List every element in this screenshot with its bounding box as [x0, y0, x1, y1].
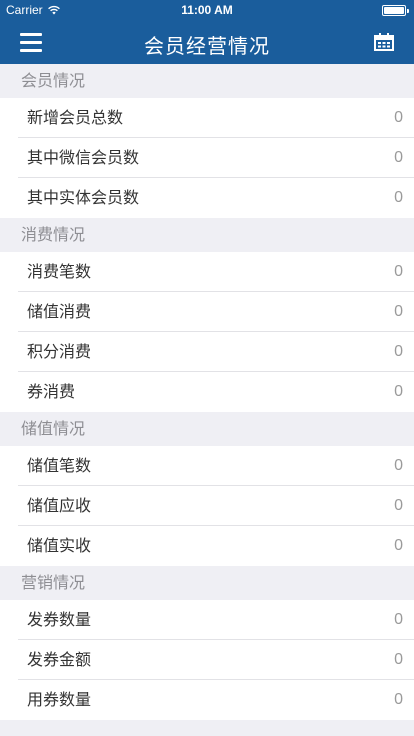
item-label: 储值应收 — [27, 496, 92, 515]
list-item[interactable]: 其中实体会员数 0 — [0, 178, 414, 218]
item-label: 用券数量 — [27, 690, 92, 709]
item-value: 0 — [394, 497, 403, 514]
item-label: 发券数量 — [27, 610, 92, 629]
item-label: 储值实收 — [27, 536, 92, 555]
item-value: 0 — [394, 149, 403, 166]
item-value: 0 — [394, 691, 403, 708]
status-bar: Carrier 11:00 AM — [0, 0, 414, 20]
hamburger-menu-icon — [20, 32, 42, 36]
item-value: 0 — [394, 343, 403, 360]
section-header: 会员情况 — [0, 64, 414, 98]
section-header: 营销情况 — [0, 566, 414, 600]
list-item[interactable]: 消费笔数 0 — [0, 252, 414, 292]
item-label: 消费笔数 — [27, 262, 92, 281]
item-value: 0 — [394, 457, 403, 474]
item-label: 券消费 — [27, 382, 76, 401]
list-item[interactable]: 其中微信会员数 0 — [0, 138, 414, 178]
item-value: 0 — [394, 109, 403, 126]
list-item[interactable]: 储值消费 0 — [0, 292, 414, 332]
list-item[interactable]: 储值实收 0 — [0, 526, 414, 566]
list-item[interactable]: 券消费 0 — [0, 372, 414, 412]
calendar-icon — [374, 33, 394, 51]
calendar-button[interactable] — [366, 28, 402, 56]
item-value: 0 — [394, 383, 403, 400]
list-item[interactable]: 储值应收 0 — [0, 486, 414, 526]
section-consumption: 消费情况 消费笔数 0 储值消费 0 积分消费 0 券消费 0 — [0, 218, 414, 412]
section-stored-value: 储值情况 储值笔数 0 储值应收 0 储值实收 0 — [0, 412, 414, 566]
item-label: 其中实体会员数 — [27, 188, 140, 207]
battery-icon — [382, 5, 409, 16]
section-members: 会员情况 新增会员总数 0 其中微信会员数 0 其中实体会员数 0 — [0, 64, 414, 218]
item-label: 新增会员总数 — [27, 108, 124, 127]
navigation-bar: 会员经营情况 — [0, 20, 414, 64]
status-time: 11:00 AM — [181, 3, 233, 17]
list-item[interactable]: 储值笔数 0 — [0, 446, 414, 486]
list-item[interactable]: 积分消费 0 — [0, 332, 414, 372]
item-value: 0 — [394, 263, 403, 280]
item-label: 积分消费 — [27, 342, 92, 361]
report-list[interactable]: 会员情况 新增会员总数 0 其中微信会员数 0 其中实体会员数 0 消费情况 消… — [0, 64, 414, 736]
item-value: 0 — [394, 537, 403, 554]
section-header: 储值情况 — [0, 412, 414, 446]
list-item[interactable]: 新增会员总数 0 — [0, 98, 414, 138]
item-label: 发券金额 — [27, 650, 92, 669]
item-label: 其中微信会员数 — [27, 148, 140, 167]
item-label: 储值消费 — [27, 302, 92, 321]
list-item[interactable]: 发券数量 0 — [0, 600, 414, 640]
item-label: 储值笔数 — [27, 456, 92, 475]
list-item[interactable]: 发券金额 0 — [0, 640, 414, 680]
section-header: 消费情况 — [0, 218, 414, 252]
menu-button[interactable] — [12, 28, 48, 56]
item-value: 0 — [394, 651, 403, 668]
section-marketing: 营销情况 发券数量 0 发券金额 0 用券数量 0 — [0, 566, 414, 720]
item-value: 0 — [394, 611, 403, 628]
item-value: 0 — [394, 303, 403, 320]
list-item[interactable]: 用券数量 0 — [0, 680, 414, 720]
page-title: 会员经营情况 — [144, 34, 270, 58]
item-value: 0 — [394, 189, 403, 206]
